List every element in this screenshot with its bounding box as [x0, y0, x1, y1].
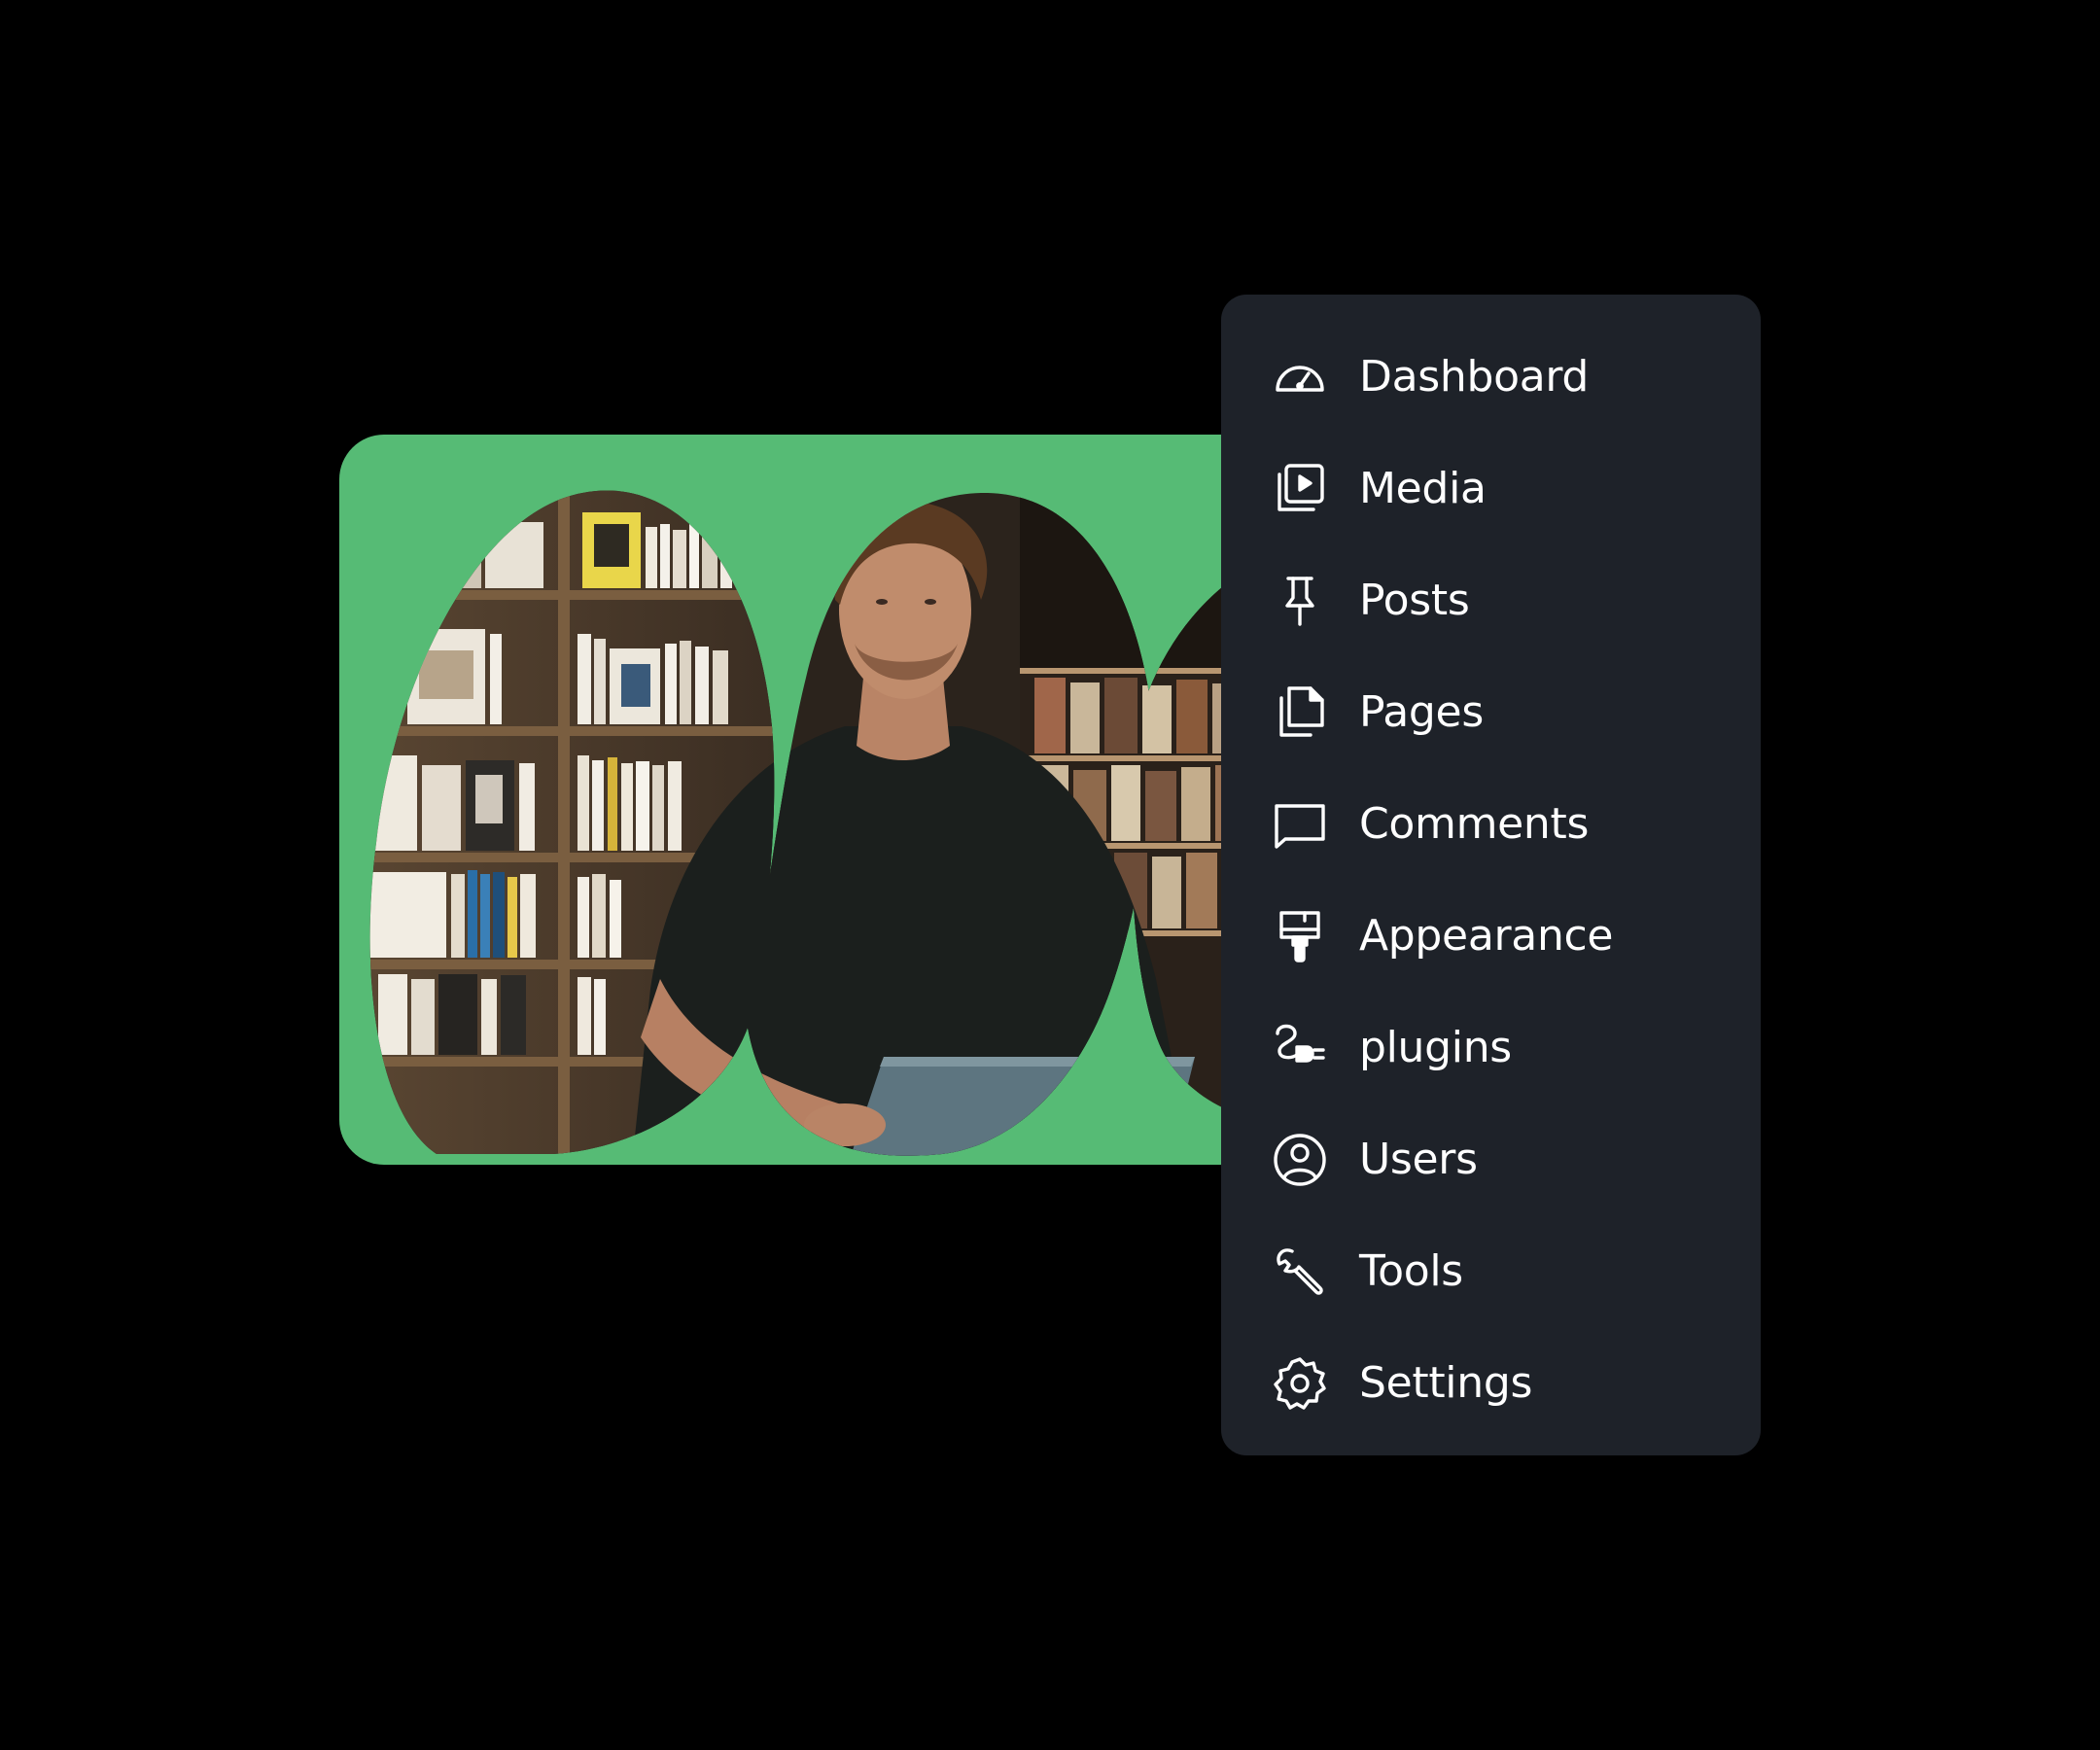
- photo-illustration: [339, 435, 1312, 1165]
- menu-item-appearance[interactable]: Appearance: [1221, 880, 1761, 992]
- wrench-icon: [1272, 1243, 1328, 1300]
- paintbrush-icon: [1272, 908, 1328, 964]
- admin-sidebar-menu: Dashboard Media Posts Pages Comments App…: [1221, 295, 1761, 1455]
- dashboard-gauge-icon: [1272, 349, 1328, 405]
- media-play-icon: [1272, 461, 1328, 517]
- pushpin-icon: [1272, 573, 1328, 629]
- menu-item-tools[interactable]: Tools: [1221, 1215, 1761, 1327]
- menu-item-label: Dashboard: [1359, 352, 1590, 402]
- menu-item-label: Users: [1359, 1135, 1478, 1184]
- menu-item-label: plugins: [1359, 1023, 1512, 1072]
- menu-item-pages[interactable]: Pages: [1221, 656, 1761, 768]
- menu-item-dashboard[interactable]: Dashboard: [1221, 321, 1761, 433]
- menu-item-comments[interactable]: Comments: [1221, 768, 1761, 880]
- menu-item-label: Settings: [1359, 1358, 1533, 1408]
- menu-item-plugins[interactable]: plugins: [1221, 992, 1761, 1103]
- menu-item-label: Comments: [1359, 799, 1590, 849]
- menu-item-label: Posts: [1359, 576, 1470, 625]
- plug-icon: [1272, 1020, 1328, 1076]
- gear-icon: [1272, 1355, 1328, 1412]
- pages-icon: [1272, 684, 1328, 741]
- menu-item-settings[interactable]: Settings: [1221, 1327, 1761, 1439]
- menu-item-label: Tools: [1359, 1246, 1463, 1296]
- menu-item-posts[interactable]: Posts: [1221, 544, 1761, 656]
- menu-item-label: Pages: [1359, 687, 1484, 737]
- menu-item-media[interactable]: Media: [1221, 433, 1761, 544]
- hero-photo-card: [339, 435, 1312, 1165]
- user-circle-icon: [1272, 1132, 1328, 1188]
- page-background: Dashboard Media Posts Pages Comments App…: [0, 0, 2100, 1750]
- menu-item-label: Media: [1359, 464, 1487, 513]
- menu-item-label: Appearance: [1359, 911, 1614, 961]
- comment-icon: [1272, 796, 1328, 853]
- menu-item-users[interactable]: Users: [1221, 1103, 1761, 1215]
